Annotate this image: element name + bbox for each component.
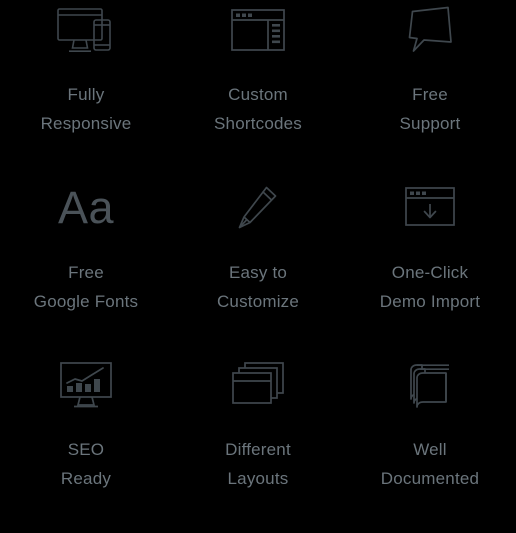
browser-download-icon — [405, 180, 455, 236]
feature-label-line2: Customize — [216, 291, 300, 311]
browser-sidebar-icon — [231, 2, 285, 58]
feature-label: Well Documented — [381, 435, 479, 493]
feature-label: Easy to Customize — [217, 258, 299, 316]
feature-item-easy-to-customize[interactable]: Easy to Customize — [172, 178, 344, 356]
feature-label-line2: Documented — [380, 469, 480, 489]
feature-label-line2: Responsive — [40, 114, 132, 133]
feature-item-different-layouts[interactable]: Different Layouts — [172, 355, 344, 533]
feature-label-line2: Demo Import — [379, 291, 481, 311]
book-icon — [408, 357, 452, 413]
feature-label: One-Click Demo Import — [380, 258, 480, 316]
feature-item-one-click-demo-import[interactable]: One-Click Demo Import — [344, 178, 516, 356]
features-grid: Fully Responsive Custom Shortcodes Free … — [0, 0, 516, 533]
stacked-windows-icon — [232, 357, 284, 413]
feature-item-seo-ready[interactable]: SEO Ready — [0, 355, 172, 533]
feature-label: SEO Ready — [61, 435, 111, 493]
feature-label-line1: Different — [225, 440, 291, 460]
feature-label-line1: Easy to — [228, 262, 288, 282]
feature-label: Fully Responsive — [41, 80, 132, 138]
feature-label: Free Google Fonts — [34, 258, 138, 316]
feature-label: Custom Shortcodes — [214, 80, 302, 138]
feature-item-custom-shortcodes[interactable]: Custom Shortcodes — [172, 0, 344, 178]
typography-aa-icon: Aa — [58, 180, 114, 236]
speech-bubble-icon — [404, 2, 456, 58]
feature-item-free-support[interactable]: Free Support — [344, 0, 516, 178]
responsive-devices-icon — [57, 2, 115, 58]
feature-label-line1: SEO — [67, 440, 105, 460]
feature-label-line2: Layouts — [227, 469, 289, 489]
feature-label-line1: Fully — [67, 85, 105, 104]
feature-label-line2: Shortcodes — [214, 114, 302, 133]
monitor-chart-icon — [60, 357, 112, 413]
feature-item-fully-responsive[interactable]: Fully Responsive — [0, 0, 172, 178]
feature-label-line1: Free — [412, 85, 448, 104]
feature-label-line1: Free — [68, 262, 104, 282]
feature-label-line2: Google Fonts — [33, 291, 139, 311]
feature-label-line1: Well — [413, 440, 447, 460]
feature-label: Different Layouts — [225, 435, 291, 493]
feature-label-line2: Support — [399, 114, 461, 133]
pencil-icon — [236, 180, 280, 236]
feature-label-line1: Custom — [228, 85, 288, 104]
feature-item-well-documented[interactable]: Well Documented — [344, 355, 516, 533]
feature-label-line2: Ready — [60, 469, 112, 489]
feature-label-line1: One-Click — [391, 262, 469, 282]
feature-label: Free Support — [400, 80, 461, 138]
feature-item-free-google-fonts[interactable]: Aa Free Google Fonts — [0, 178, 172, 356]
typography-aa-glyph: Aa — [57, 182, 115, 234]
